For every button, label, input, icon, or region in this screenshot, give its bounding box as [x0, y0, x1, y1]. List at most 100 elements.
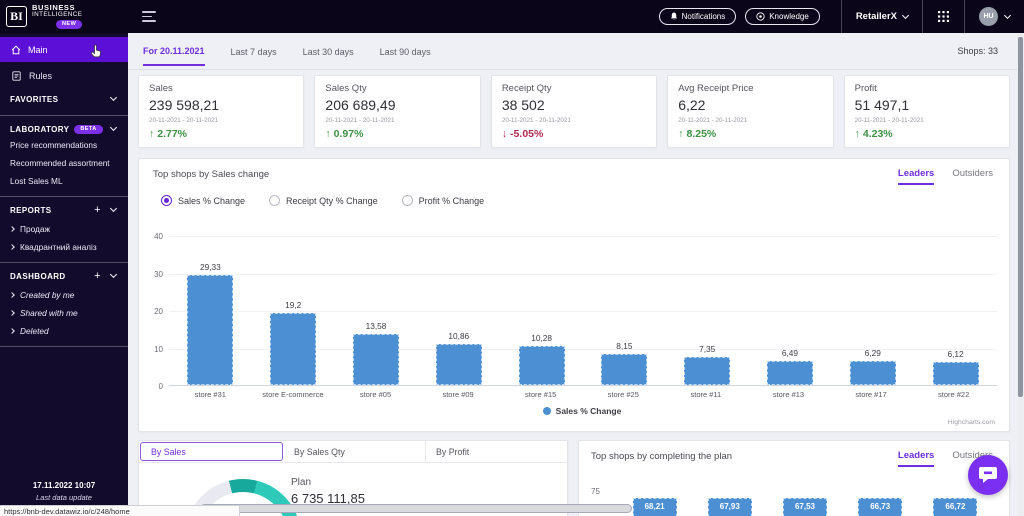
kpi-card-profit[interactable]: Profit 51 497,1 20-11-2021 - 20-11-2021 …: [843, 75, 1011, 148]
kpi-card-receipt-qty[interactable]: Receipt Qty 38 502 20-11-2021 - 20-11-20…: [490, 75, 658, 148]
vertical-scrollbar-thumb[interactable]: [1018, 37, 1023, 397]
x-axis-label[interactable]: store #09: [417, 390, 500, 399]
bar-group[interactable]: 6,12: [914, 235, 997, 385]
sidebar-item-deleted[interactable]: Deleted: [0, 324, 128, 338]
hand-cursor-icon: [90, 44, 101, 58]
chart-legend[interactable]: Sales % Change: [169, 406, 995, 416]
radio-receipt-qty-pct-change[interactable]: Receipt Qty % Change: [269, 195, 378, 206]
sidebar-item-lost-sales-ml[interactable]: Lost Sales ML: [0, 174, 128, 188]
bar[interactable]: 66,72: [933, 498, 978, 516]
bar-value-label: 10,28: [531, 333, 552, 344]
date-tab-for-date[interactable]: For 20.11.2021: [143, 36, 205, 66]
add-dashboard-button[interactable]: +: [94, 270, 101, 282]
apps-grid-button[interactable]: [922, 0, 964, 33]
bar-group[interactable]: 66,73: [843, 498, 918, 516]
highcharts-credits[interactable]: Highcharts.com: [948, 419, 995, 426]
sidebar-section-dashboard[interactable]: DASHBOARD +: [0, 267, 128, 285]
kpi-label: Avg Receipt Price: [678, 83, 754, 94]
tab-leaders[interactable]: Leaders: [897, 450, 935, 467]
bar-group[interactable]: 13,58: [335, 235, 418, 385]
bar[interactable]: [352, 334, 399, 385]
x-axis-label[interactable]: store #15: [499, 390, 582, 399]
bar[interactable]: [766, 360, 813, 385]
bar[interactable]: [435, 344, 482, 385]
radio-icon: [269, 195, 281, 206]
user-menu[interactable]: HU: [964, 0, 1024, 33]
tab-by-profit[interactable]: By Profit: [426, 441, 567, 462]
kpi-period: 20-11-2021 - 20-11-2021: [325, 117, 395, 124]
chat-widget-button[interactable]: [968, 455, 1008, 495]
x-axis-label[interactable]: store #05: [334, 390, 417, 399]
logo-text: BUSINESS INTELLIGENCE NEW: [32, 4, 83, 29]
bar-group[interactable]: 10,28: [500, 235, 583, 385]
x-axis-label[interactable]: store #17: [830, 390, 913, 399]
sidebar-item-created-by-me[interactable]: Created by me: [0, 288, 128, 302]
bar-group[interactable]: 7,35: [666, 235, 749, 385]
trend-arrow-icon: ↑: [854, 128, 860, 140]
kpi-card-avg-receipt-price[interactable]: Avg Receipt Price 6,22 20-11-2021 - 20-1…: [667, 75, 834, 148]
bar-group[interactable]: 67,93: [692, 498, 767, 516]
bar-group[interactable]: 6,29: [831, 235, 914, 385]
menu-toggle-icon[interactable]: [142, 11, 156, 22]
date-tab-last-7-days[interactable]: Last 7 days: [231, 37, 277, 65]
bar[interactable]: 66,73: [858, 498, 903, 516]
date-tab-last-90-days[interactable]: Last 90 days: [380, 37, 431, 65]
radio-sales-pct-change[interactable]: Sales % Change: [161, 195, 245, 206]
app-logo[interactable]: BI BUSINESS INTELLIGENCE NEW: [0, 0, 128, 33]
bar-group[interactable]: 67,53: [767, 498, 842, 516]
sidebar-item-main[interactable]: Main: [0, 37, 128, 62]
sidebar-item-shared-with-me[interactable]: Shared with me: [0, 306, 128, 320]
kpi-change: ↑ 8.25%: [678, 128, 717, 140]
x-axis-label[interactable]: store #31: [169, 390, 252, 399]
bar-group[interactable]: 29,33: [169, 235, 252, 385]
sidebar-item-quadrant-analysis[interactable]: Квадрантний аналіз: [0, 240, 128, 254]
section-label: LABORATORY: [10, 124, 70, 134]
x-axis-label[interactable]: store #22: [912, 390, 995, 399]
sidebar-item-recommended-assortment[interactable]: Recommended assortment: [0, 156, 128, 170]
tab-outsiders[interactable]: Outsiders: [952, 168, 993, 185]
sidebar-section-laboratory[interactable]: LABORATORY BETA: [0, 120, 128, 138]
x-axis-label[interactable]: store #11: [665, 390, 748, 399]
x-axis-label[interactable]: store E-commerce: [252, 390, 335, 399]
bar[interactable]: 68,21: [632, 498, 677, 516]
horizontal-scrollbar[interactable]: [200, 504, 632, 513]
bar-group[interactable]: 66,72: [918, 498, 993, 516]
retailer-dropdown[interactable]: RetailerX: [840, 0, 922, 33]
tab-leaders[interactable]: Leaders: [897, 168, 935, 185]
sidebar-item-sales-report[interactable]: Продаж: [0, 222, 128, 236]
radio-profit-pct-change[interactable]: Profit % Change: [401, 195, 484, 206]
x-axis-label[interactable]: store #13: [747, 390, 830, 399]
bar-group[interactable]: 8,15: [583, 235, 666, 385]
bar-group[interactable]: 19,2: [252, 235, 335, 385]
bar[interactable]: [270, 313, 317, 385]
bi-logo-icon: BI: [6, 6, 27, 27]
notifications-button[interactable]: Notifications: [658, 8, 737, 25]
divider: [0, 262, 128, 263]
sidebar-section-reports[interactable]: REPORTS +: [0, 201, 128, 219]
knowledge-button[interactable]: Knowledge: [745, 8, 820, 25]
sidebar-item-price-recommendations[interactable]: Price recommendations: [0, 138, 128, 152]
kpi-card-sales-qty[interactable]: Sales Qty 206 689,49 20-11-2021 - 20-11-…: [314, 75, 481, 148]
bar-group[interactable]: 6,49: [749, 235, 832, 385]
kpi-card-sales[interactable]: Sales 239 598,21 20-11-2021 - 20-11-2021…: [138, 75, 305, 148]
bar-value-label: 7,35: [699, 344, 716, 355]
bar[interactable]: [684, 357, 731, 385]
sidebar-item-rules[interactable]: Rules: [0, 64, 128, 87]
bar[interactable]: [518, 346, 565, 385]
date-tab-last-30-days[interactable]: Last 30 days: [303, 37, 354, 65]
bar-group[interactable]: 10,86: [417, 235, 500, 385]
bar[interactable]: 67,93: [707, 498, 752, 516]
sidebar-section-favorites[interactable]: FAVORITES: [0, 90, 128, 108]
x-axis-label[interactable]: store #25: [582, 390, 665, 399]
bar[interactable]: [932, 362, 979, 385]
vertical-scrollbar-track[interactable]: [1017, 33, 1024, 516]
bar[interactable]: [187, 275, 234, 385]
kpi-label: Sales: [149, 83, 173, 94]
bar[interactable]: 67,53: [783, 498, 827, 516]
add-report-button[interactable]: +: [94, 204, 101, 216]
bar[interactable]: [601, 354, 648, 385]
kpi-period: 20-11-2021 - 20-11-2021: [854, 117, 924, 124]
tab-by-sales[interactable]: By Sales: [140, 442, 283, 461]
bar[interactable]: [849, 361, 896, 385]
tab-by-sales-qty[interactable]: By Sales Qty: [284, 441, 426, 462]
